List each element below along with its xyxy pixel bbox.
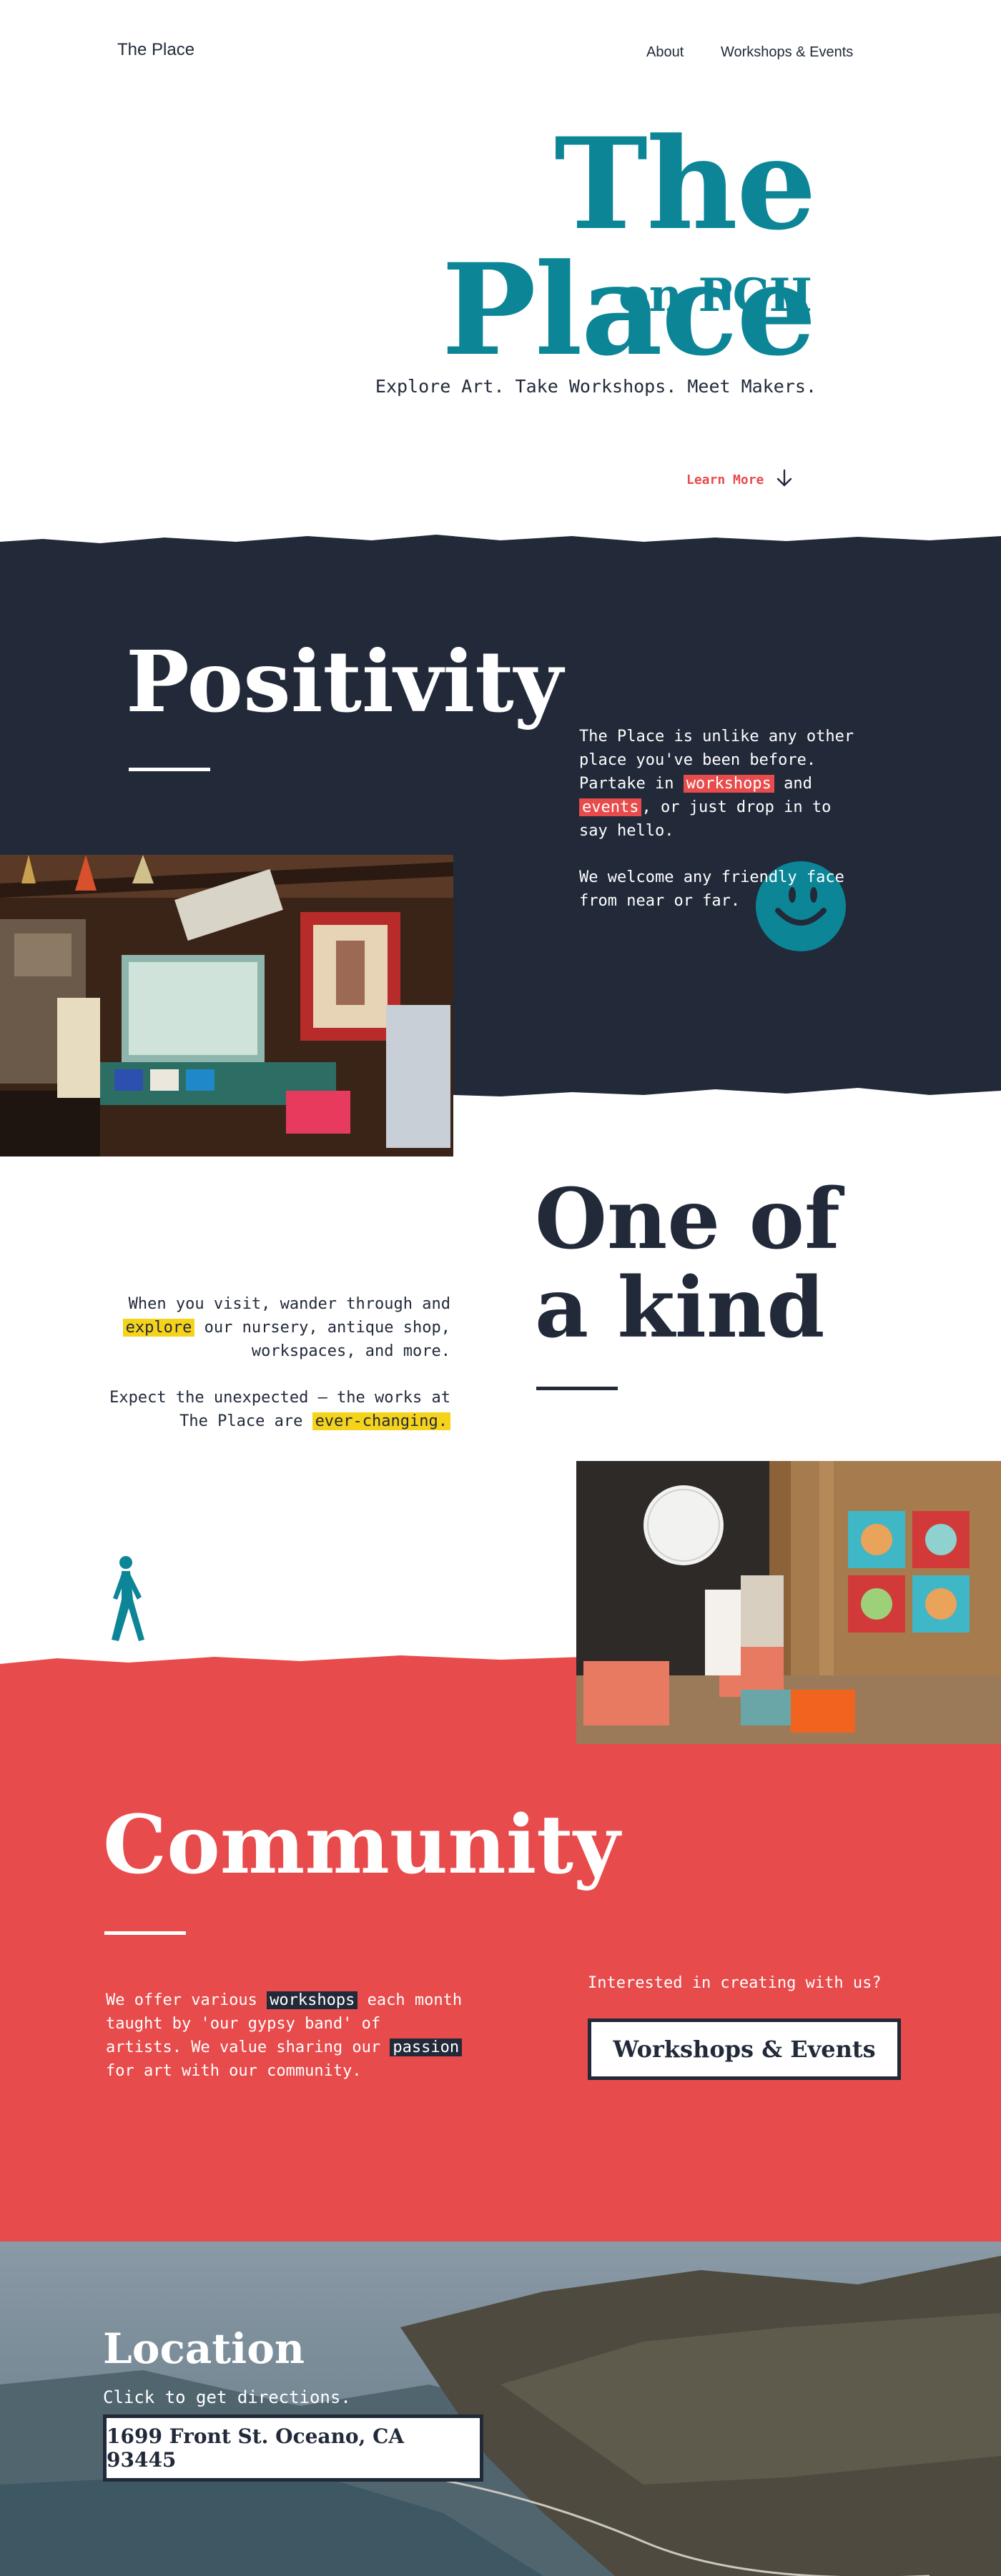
brand-logo[interactable]: The Place: [117, 40, 194, 60]
hero-title: The Place: [441, 110, 817, 384]
hero-tagline: Explore Art. Take Workshops. Meet Makers…: [375, 376, 817, 397]
positivity-paragraph-2: We welcome any friendly face from near o…: [579, 868, 844, 910]
walking-person-icon: [102, 1555, 152, 1644]
art-gallery-photo: [576, 1461, 1001, 1744]
arrow-down-icon: [774, 467, 795, 492]
positivity-divider: [129, 768, 210, 771]
one-of-a-kind-paragraph-2: Expect the unexpected – the works at The…: [109, 1389, 450, 1430]
one-of-a-kind-copy: When you visit, wander through and explo…: [90, 1292, 450, 1456]
community-title: Community: [103, 1798, 621, 1892]
community-workshops-link[interactable]: workshops: [267, 1991, 358, 2009]
nav-link-about[interactable]: About: [646, 44, 684, 61]
coastline-photo: [0, 2241, 1001, 2576]
positivity-title: Positivity: [126, 632, 563, 731]
directions-address-button[interactable]: 1699 Front St. Oceano, CA 93445: [103, 2414, 483, 2482]
events-link[interactable]: events: [579, 798, 642, 816]
workshops-events-button[interactable]: Workshops & Events: [588, 2018, 901, 2080]
workshops-link[interactable]: workshops: [683, 775, 774, 793]
one-of-a-kind-title: One of a kind: [535, 1171, 840, 1357]
positivity-copy: The Place is unlike any other place you'…: [579, 725, 865, 936]
passion-highlight: passion: [390, 2038, 463, 2056]
community-cta-label: Interested in creating with us?: [588, 1974, 882, 1992]
one-of-a-kind-divider: [536, 1387, 618, 1390]
explore-link[interactable]: explore: [122, 1319, 195, 1337]
community-copy: We offer various workshops each month ta…: [106, 1991, 463, 2080]
community-divider: [104, 1931, 186, 1935]
location-title: Location: [103, 2324, 305, 2373]
nav-link-workshops-events[interactable]: Workshops & Events: [721, 44, 853, 61]
positivity-paragraph-1: The Place is unlike any other place you'…: [579, 728, 854, 840]
location-subtitle: Click to get directions.: [103, 2387, 351, 2407]
barn-interior-photo: [0, 855, 453, 1156]
hero-subtitle: on PCH: [618, 269, 812, 322]
one-of-a-kind-paragraph-1: When you visit, wander through and explo…: [90, 1292, 450, 1363]
learn-more-label: Learn More: [686, 472, 764, 487]
learn-more-link[interactable]: Learn More: [686, 467, 795, 492]
ever-changing-highlight: ever-changing.: [312, 1412, 450, 1430]
